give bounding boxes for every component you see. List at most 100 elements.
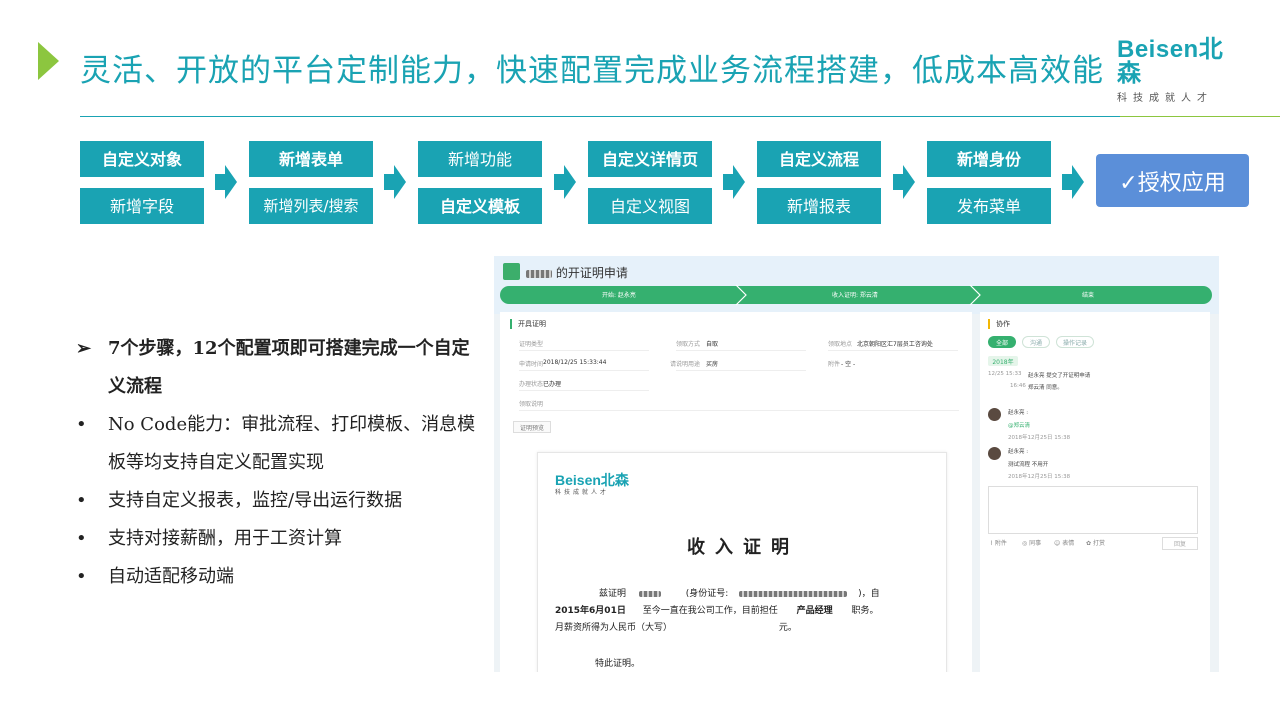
comment-input[interactable] (988, 486, 1198, 534)
flow-step-end: 结束 (1082, 292, 1095, 299)
certificate-line: 兹证明 (身份证号: )，自 (599, 586, 880, 599)
blurred-name (526, 269, 552, 278)
page-title: 灵活、开放的平台定制能力，快速配置完成业务流程搭建，低成本高效能 (80, 53, 1104, 89)
step-publish-menu: 发布菜单 (927, 188, 1051, 224)
field-underline (519, 410, 959, 411)
divider-line-accent (1120, 116, 1280, 117)
tool-label: 表情 (1062, 540, 1075, 547)
dot-bullet-icon: • (76, 528, 87, 549)
dot-bullet-icon: • (76, 414, 87, 435)
field-value: 北京朝阳区汇7层员工咨询处 (857, 341, 933, 348)
certificate-text: )，自 (858, 589, 880, 599)
step-add-list-search: 新增列表/搜索 (249, 188, 373, 224)
field-underline (519, 370, 649, 371)
field-label: 请说明用途 (670, 361, 701, 368)
gift-icon: ✿ (1086, 540, 1092, 547)
field-underline (676, 350, 806, 351)
title-triangle-icon (38, 42, 59, 80)
comment-text: @郑云清 (1008, 423, 1031, 429)
smile-icon: ☺ (1054, 540, 1061, 547)
flow-step-start: 开始: 赵永亮 (602, 292, 636, 299)
step-custom-template: 自定义模板 (418, 188, 542, 224)
dot-bullet-icon: • (76, 566, 87, 587)
mention-tool[interactable]: ◎ 同事 (1022, 538, 1041, 547)
tab-communication[interactable]: 沟通 (1022, 336, 1050, 348)
step-custom-view: 自定义视图 (588, 188, 712, 224)
list-item-text: 支持对接薪酬，用于工资计算 (108, 528, 342, 549)
field-underline (828, 350, 958, 351)
certificate-closing: 特此证明。 (595, 659, 641, 669)
comment-author: 赵永亮 : (1008, 449, 1029, 455)
collaboration-panel: 协作 全部 沟通 操作记录 2018年 12/25 15:33 赵永亮 提交了开… (980, 312, 1210, 672)
list-item: • No Code能力：审批流程、打印模板、消息模板等均支持自定义配置实现 (76, 406, 476, 482)
blurred-name (638, 590, 661, 597)
feature-list: ➢ 7个步骤，12个配置项即可搭建完成一个自定义流程 • No Code能力：审… (76, 330, 476, 596)
field-label: 领取地点 (828, 341, 853, 348)
tool-label: 同事 (1029, 540, 1042, 547)
list-item: • 支持自定义报表，监控/导出运行数据 (76, 482, 476, 520)
field-label: 附件 (828, 361, 841, 368)
dot-bullet-icon: • (76, 490, 87, 511)
field-label: 领取方式 (676, 341, 701, 348)
tab-operation-log[interactable]: 操作记录 (1056, 336, 1094, 348)
reward-tool[interactable]: ✿ 打赏 (1086, 538, 1105, 547)
year-badge: 2018年 (988, 356, 1018, 366)
form-card: 开具证明 证明类型 领取方式 自取 领取地点 北京朝阳区汇7层员工咨询处 申请时… (500, 312, 972, 672)
list-item-text: 支持自定义报表，监控/导出运行数据 (108, 490, 403, 511)
reply-button[interactable]: 回复 (1162, 537, 1198, 550)
emoji-tool[interactable]: ☺ 表情 (1054, 538, 1074, 547)
field-value: 买房 (706, 361, 719, 368)
logo-text: Beisen北森 (1117, 36, 1224, 87)
blurred-id-number (739, 590, 848, 597)
avatar (988, 447, 1001, 460)
field-label: 证明类型 (519, 341, 544, 348)
field-underline (519, 390, 649, 391)
flow-step-income: 收入证明: 郑云清 (832, 292, 878, 299)
user-avatar-icon (503, 263, 520, 280)
certificate-title: 收入证明 (687, 537, 799, 558)
app-page-title: 的开证明申请 (526, 264, 628, 281)
certificate-date: 2015年6月01日 (555, 606, 626, 616)
list-item: ➢ 7个步骤，12个配置项即可搭建完成一个自定义流程 (76, 330, 476, 406)
certificate-text: 月薪资所得为人民币（大写） (555, 623, 673, 633)
list-item-text: No Code能力：审批流程、打印模板、消息模板等均支持自定义配置实现 (108, 414, 476, 473)
arrow-right-icon (554, 165, 576, 199)
list-item: • 自动适配移动端 (76, 558, 476, 596)
field-underline (676, 370, 806, 371)
step-add-identity: 新增身份 (927, 141, 1051, 177)
tool-label: 附件 (994, 540, 1007, 547)
arrow-right-icon (1062, 165, 1084, 199)
certificate-text: (身份证号: (685, 589, 729, 599)
field-label: 申请时间 (519, 361, 544, 368)
step-add-form: 新增表单 (249, 141, 373, 177)
paperclip-icon: ⌇ (990, 540, 993, 547)
tab-all[interactable]: 全部 (988, 336, 1016, 348)
certificate-line: 月薪资所得为人民币（大写） 元。 (555, 620, 797, 633)
certificate-line: 2015年6月01日 至今一直在我公司工作，目前担任 产品经理 职务。 (555, 603, 879, 616)
step-authorize-app: ✓授权应用 (1096, 154, 1249, 207)
app-screenshot: 的开证明申请 开始: 赵永亮 收入证明: 郑云清 结束 开具证明 证明类型 领取… (494, 256, 1219, 672)
form-card-title: 开具证明 (510, 319, 546, 329)
step-custom-detail-page: 自定义详情页 (588, 141, 712, 177)
log-time: 16:46 (1010, 383, 1026, 389)
tool-label: 打赏 (1092, 540, 1105, 547)
comment-text: 测试流程 不用开 (1008, 462, 1049, 468)
step-add-function: 新增功能 (418, 141, 542, 177)
step-custom-object: 自定义对象 (80, 141, 204, 177)
brand-logo: Beisen北森 科技成就人才 (1117, 36, 1247, 105)
step-custom-flow: 自定义流程 (757, 141, 881, 177)
comment-time: 2018年12月25日 15:38 (1008, 474, 1071, 480)
comment-author: 赵永亮 : (1008, 410, 1029, 416)
at-icon: ◎ (1022, 540, 1028, 547)
arrow-bullet-icon: ➢ (76, 338, 92, 359)
preview-button[interactable]: 证明预览 (513, 421, 551, 433)
certificate-text: 兹证明 (599, 589, 627, 599)
attach-tool[interactable]: ⌇ 附件 (990, 538, 1007, 547)
list-item-text: 7个步骤，12个配置项即可搭建完成一个自定义流程 (108, 338, 470, 397)
field-value: 已办理 (543, 381, 562, 388)
avatar (988, 408, 1001, 421)
log-text: 赵永亮 提交了开证明申请 (1028, 373, 1091, 379)
logo-slogan: 科技成就人才 (1117, 93, 1213, 104)
collaboration-title: 协作 (988, 319, 1010, 329)
comment-time: 2018年12月25日 15:38 (1008, 435, 1071, 441)
